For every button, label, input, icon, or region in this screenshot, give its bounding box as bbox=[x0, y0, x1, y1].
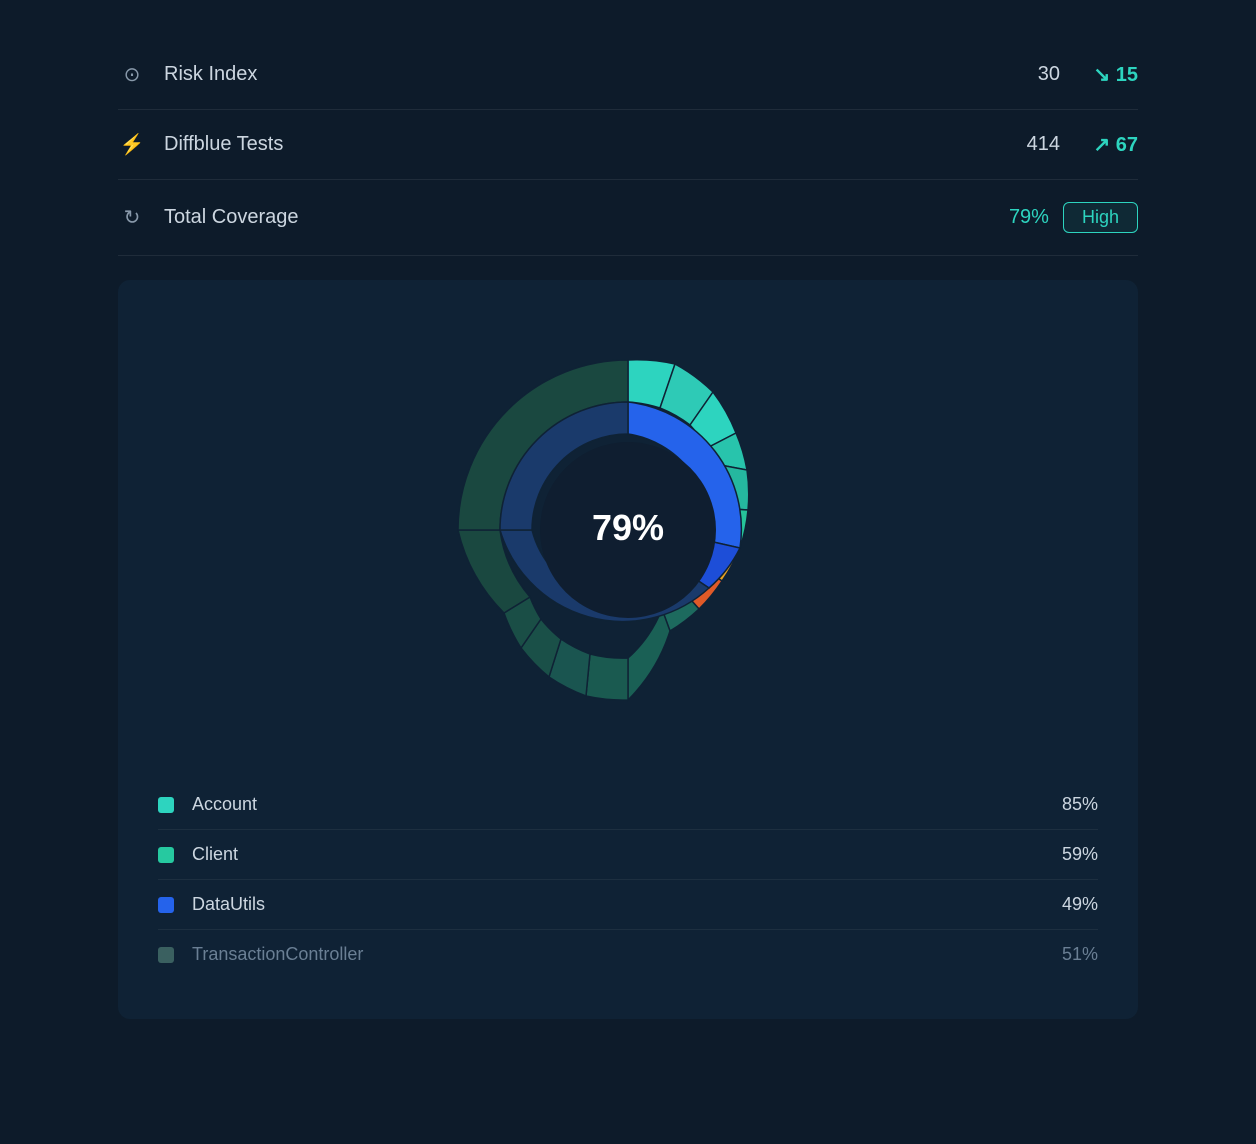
total-coverage-label: Total Coverage bbox=[164, 206, 1009, 229]
total-coverage-row: ↻ Total Coverage 79% High bbox=[118, 180, 1138, 256]
legend-item-percentage: 85% bbox=[1062, 794, 1098, 815]
diffblue-tests-value: 414 bbox=[1027, 133, 1060, 156]
risk-index-label: Risk Index bbox=[164, 63, 1038, 86]
high-badge: High bbox=[1063, 202, 1138, 233]
main-container: ⊙ Risk Index 30 ↘ 15 ⚡ Diffblue Tests 41… bbox=[78, 20, 1178, 1039]
diffblue-tests-icon: ⚡ bbox=[118, 132, 146, 157]
legend-color-swatch bbox=[158, 897, 174, 913]
risk-index-change: ↘ 15 bbox=[1078, 62, 1138, 87]
legend-item-name: DataUtils bbox=[192, 894, 1062, 915]
legend-list: Account 85% Client 59% DataUtils 49% Tra… bbox=[158, 780, 1098, 979]
legend-item-percentage: 49% bbox=[1062, 894, 1098, 915]
legend-item-name: Client bbox=[192, 844, 1062, 865]
diffblue-tests-row: ⚡ Diffblue Tests 414 ↗ 67 bbox=[118, 110, 1138, 180]
total-coverage-icon: ↻ bbox=[118, 205, 146, 230]
legend-item-percentage: 59% bbox=[1062, 844, 1098, 865]
chart-card: 79% Account 85% Client 59% DataUtils 49%… bbox=[118, 280, 1138, 1019]
risk-index-value: 30 bbox=[1038, 63, 1060, 86]
legend-item: DataUtils 49% bbox=[158, 880, 1098, 930]
diffblue-tests-label: Diffblue Tests bbox=[164, 133, 1027, 156]
legend-item-percentage: 51% bbox=[1062, 944, 1098, 965]
risk-index-row: ⊙ Risk Index 30 ↘ 15 bbox=[118, 40, 1138, 110]
legend-item-name: Account bbox=[192, 794, 1062, 815]
legend-color-swatch bbox=[158, 797, 174, 813]
legend-color-swatch bbox=[158, 847, 174, 863]
legend-item: Client 59% bbox=[158, 830, 1098, 880]
total-coverage-percentage: 79% bbox=[1009, 206, 1049, 229]
donut-container: 79% bbox=[158, 320, 1098, 740]
diffblue-tests-change: ↗ 67 bbox=[1078, 132, 1138, 157]
donut-chart: 79% bbox=[418, 320, 838, 740]
legend-item-name: TransactionController bbox=[192, 944, 1062, 965]
legend-item: TransactionController 51% bbox=[158, 930, 1098, 979]
donut-center-text: 79% bbox=[592, 507, 664, 548]
legend-item: Account 85% bbox=[158, 780, 1098, 830]
risk-index-icon: ⊙ bbox=[118, 62, 146, 87]
legend-color-swatch bbox=[158, 947, 174, 963]
